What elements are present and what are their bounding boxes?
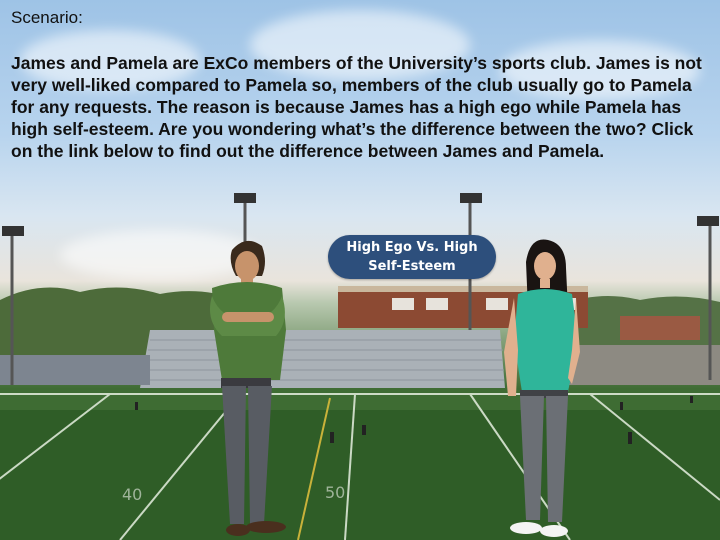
- link-button-label: High Ego Vs. High Self-Esteem: [346, 240, 478, 274]
- stadium-background: 40 50 Scenario: James and Pamela are ExC…: [0, 0, 720, 540]
- scenario-body: James and Pamela are ExCo members of the…: [11, 53, 702, 161]
- yard-marker-center: 50: [325, 483, 345, 502]
- yard-marker-left: 40: [122, 485, 142, 504]
- high-ego-vs-self-esteem-button[interactable]: High Ego Vs. High Self-Esteem: [328, 235, 496, 279]
- scenario-heading: Scenario:: [11, 8, 83, 27]
- scenario-panel: Scenario: James and Pamela are ExCo memb…: [11, 8, 711, 162]
